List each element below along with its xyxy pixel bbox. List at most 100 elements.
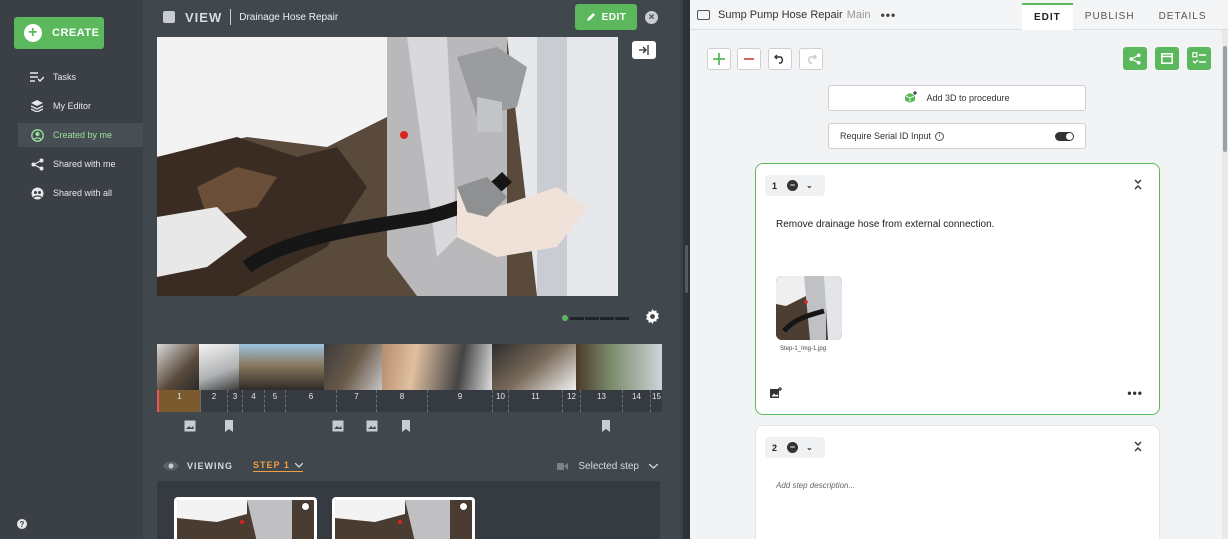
- minus-icon[interactable]: −: [787, 180, 799, 191]
- timeline-step[interactable]: 11: [509, 390, 563, 412]
- timeline-step[interactable]: 6: [286, 390, 337, 412]
- tasks-icon: [30, 70, 44, 84]
- bookmark-icon[interactable]: [400, 420, 412, 432]
- viewer-panel: VIEW Drainage Hose Repair EDIT × 1 2 3 4…: [143, 0, 680, 539]
- step-card[interactable]: 2 − ⌄ Add step description...: [755, 425, 1160, 539]
- plus-icon: +: [24, 24, 42, 42]
- timeline-step[interactable]: 10: [493, 390, 509, 412]
- create-button[interactable]: + CREATE: [14, 17, 104, 49]
- timeline-step[interactable]: 7: [337, 390, 377, 412]
- step-number-menu[interactable]: 1 − ⌄: [765, 175, 825, 196]
- undo-button[interactable]: [768, 48, 792, 70]
- timeline[interactable]: 1 2 3 4 5 6 7 8 9 10 11 12 13 14 15: [157, 344, 662, 412]
- add-image-icon[interactable]: [770, 387, 782, 398]
- editor-panel: Sump Pump Hose Repair Main ••• EDIT PUBL…: [690, 0, 1228, 539]
- gear-icon[interactable]: [645, 309, 660, 324]
- image-icon[interactable]: [332, 420, 344, 432]
- step-image[interactable]: [776, 276, 842, 340]
- share-button[interactable]: [1123, 47, 1147, 70]
- scrollbar[interactable]: [1222, 30, 1228, 539]
- image-icon[interactable]: [184, 420, 196, 432]
- timeline-step[interactable]: 2: [201, 390, 228, 412]
- timeline-step[interactable]: 1: [157, 390, 201, 412]
- preview-button[interactable]: [1155, 47, 1179, 70]
- step-thumbnail[interactable]: [174, 497, 317, 539]
- create-label: CREATE: [52, 27, 100, 39]
- editor-tabs: EDIT PUBLISH DETAILS: [1022, 3, 1219, 30]
- user-icon: [30, 128, 44, 142]
- step-selector-label: STEP 1: [253, 460, 290, 470]
- chevron-down-icon[interactable]: ⌄: [806, 181, 813, 190]
- selected-step-dropdown[interactable]: Selected step: [557, 461, 658, 472]
- sidebar-item-shared-with-all[interactable]: Shared with all: [18, 181, 143, 205]
- header-separator: [230, 9, 232, 25]
- minus-icon[interactable]: −: [787, 442, 799, 453]
- bookmark-icon[interactable]: [223, 420, 235, 432]
- exit-fullscreen-button[interactable]: [632, 41, 656, 59]
- bookmark-icon[interactable]: [600, 420, 612, 432]
- timeline-step[interactable]: 13: [581, 390, 623, 412]
- more-options-icon[interactable]: •••: [1127, 386, 1143, 400]
- pencil-icon: [586, 13, 595, 21]
- exit-icon: [639, 45, 649, 55]
- edit-button[interactable]: EDIT: [575, 4, 637, 30]
- timeline-step[interactable]: 12: [563, 390, 581, 412]
- timeline-step[interactable]: 3: [228, 390, 243, 412]
- editor-icon: [30, 99, 44, 113]
- sidebar-item-tasks[interactable]: Tasks: [18, 65, 143, 89]
- step-selector[interactable]: STEP 1: [253, 460, 303, 472]
- sidebar-item-label: Shared with all: [53, 188, 113, 198]
- serial-id-label: Require Serial ID Input: [840, 131, 932, 141]
- viewer-header: VIEW Drainage Hose Repair: [163, 9, 338, 25]
- branch-label[interactable]: Main: [847, 9, 871, 21]
- serial-id-toggle[interactable]: [1055, 132, 1074, 141]
- add-step-button[interactable]: [707, 48, 731, 70]
- download-icon[interactable]: [163, 11, 175, 23]
- step-description-placeholder[interactable]: Add step description...: [776, 481, 855, 490]
- timeline-step[interactable]: 9: [428, 390, 493, 412]
- info-icon[interactable]: i: [935, 131, 945, 141]
- redo-button[interactable]: [799, 48, 823, 70]
- timeline-frames[interactable]: [157, 344, 662, 390]
- tab-publish[interactable]: PUBLISH: [1073, 3, 1147, 30]
- image-icon[interactable]: [366, 420, 378, 432]
- sidebar-item-shared-with-me[interactable]: Shared with me: [18, 152, 143, 176]
- panel-resize-handle[interactable]: [683, 0, 690, 539]
- timeline-step[interactable]: 14: [623, 390, 651, 412]
- timeline-step[interactable]: 4: [243, 390, 265, 412]
- chevron-down-icon[interactable]: ⌄: [806, 443, 813, 452]
- serial-id-row: Require Serial ID Input i: [828, 123, 1086, 149]
- procedure-title: Drainage Hose Repair: [239, 11, 339, 23]
- tab-details[interactable]: DETAILS: [1147, 3, 1219, 30]
- sidebar-item-label: My Editor: [53, 101, 92, 111]
- playback-progress[interactable]: [562, 315, 630, 321]
- step-card[interactable]: 1 − ⌄ Remove drainage hose from external…: [755, 163, 1160, 415]
- timeline-step[interactable]: 8: [377, 390, 428, 412]
- checklist-button[interactable]: [1187, 47, 1211, 70]
- step-description[interactable]: Remove drainage hose from external conne…: [776, 219, 994, 230]
- progress-segment: [585, 316, 599, 320]
- procedure-title: Sump Pump Hose Repair: [718, 8, 843, 21]
- add-3d-button[interactable]: Add 3D to procedure: [828, 85, 1086, 111]
- timeline-frame: [382, 344, 492, 390]
- video-player[interactable]: [157, 37, 618, 296]
- sidebar-item-label: Shared with me: [53, 159, 116, 169]
- progress-segment: [570, 316, 584, 320]
- more-options-icon[interactable]: •••: [881, 8, 897, 22]
- step-thumbnail[interactable]: [332, 497, 475, 539]
- step-number-menu[interactable]: 2 − ⌄: [765, 437, 825, 458]
- collapse-icon[interactable]: [1134, 441, 1142, 452]
- remove-step-button[interactable]: [737, 48, 761, 70]
- sidebar-item-my-editor[interactable]: My Editor: [18, 94, 143, 118]
- thumbnail-image: [335, 500, 472, 539]
- thumbnail-badge-icon: [459, 502, 468, 511]
- timeline-frame: [199, 344, 239, 390]
- tab-edit[interactable]: EDIT: [1022, 3, 1073, 30]
- timeline-step[interactable]: 15: [651, 390, 662, 412]
- sidebar-item-created-by-me[interactable]: Created by me: [18, 123, 143, 147]
- collapse-icon[interactable]: [1134, 179, 1142, 190]
- sidebar: + CREATE Tasks My Editor Created by me S…: [0, 0, 143, 539]
- help-icon[interactable]: ?: [17, 519, 27, 529]
- close-icon[interactable]: ×: [645, 11, 658, 24]
- timeline-step[interactable]: 5: [265, 390, 286, 412]
